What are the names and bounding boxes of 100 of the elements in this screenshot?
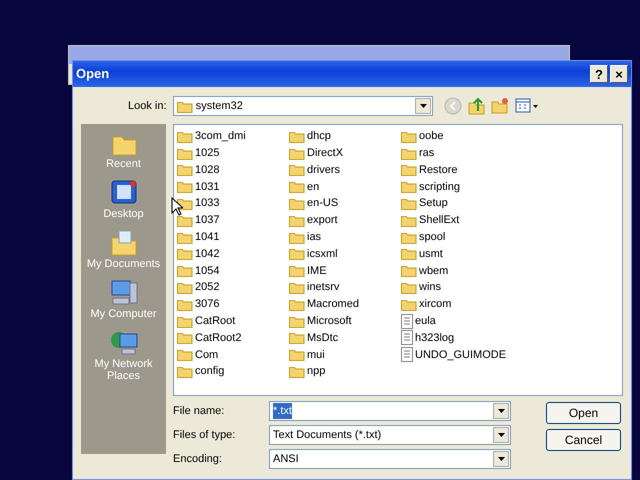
folder-icon <box>289 163 305 176</box>
folder-icon <box>177 163 193 176</box>
folder-name[interactable]: DirectX <box>307 144 344 162</box>
folder-name[interactable]: IME <box>307 262 327 280</box>
folder-name[interactable]: en <box>307 178 320 196</box>
folder-name[interactable]: 3com_dmi <box>195 128 246 145</box>
folder-icon <box>177 365 193 378</box>
folder-name[interactable]: usmt <box>419 246 443 262</box>
look-in-label: Look in: <box>128 98 168 114</box>
folder-icon <box>289 230 305 244</box>
folder-name[interactable]: 1037 <box>195 212 220 229</box>
window-title: Open <box>76 65 110 84</box>
folder-name[interactable]: Restore <box>419 162 458 178</box>
folder-name[interactable]: wbem <box>419 262 448 280</box>
folder-name[interactable]: ras <box>419 144 434 162</box>
folder-icon <box>401 214 417 227</box>
folder-icon <box>177 130 193 143</box>
folder-name[interactable]: Com <box>195 346 218 363</box>
folder-icon <box>289 298 305 311</box>
folder-icon <box>401 197 417 210</box>
folder-icon <box>289 146 305 160</box>
folder-icon <box>177 298 193 311</box>
folder-name[interactable]: Microsoft <box>307 312 352 330</box>
folder-name[interactable]: mui <box>307 346 325 363</box>
folder-icon <box>401 264 417 278</box>
folder-name[interactable]: ias <box>307 228 322 246</box>
cancel-button[interactable]: Cancel <box>546 429 621 452</box>
views-menu-icon[interactable] <box>514 98 538 114</box>
encoding-dropdown[interactable]: ANSI <box>269 448 511 469</box>
folder-name[interactable]: config <box>195 363 224 380</box>
folder-name[interactable]: spool <box>419 228 446 246</box>
folder-name[interactable]: 1033 <box>195 195 220 212</box>
folder-icon <box>177 214 193 227</box>
file-name-label: File name: <box>173 404 226 418</box>
folder-icon <box>177 146 193 160</box>
folder-icon <box>289 180 305 194</box>
file-type-dropdown[interactable]: Text Documents (*.txt) <box>269 424 511 445</box>
documents-folder-icon <box>108 228 138 258</box>
new-folder-icon[interactable] <box>491 97 509 115</box>
folder-icon <box>177 100 193 112</box>
text-file-icon <box>401 347 413 362</box>
folder-name[interactable]: MsDtc <box>307 330 338 346</box>
folder-icon <box>177 331 193 344</box>
file-name-dropdown[interactable]: *.txt <box>269 400 511 421</box>
file-name[interactable]: h323log <box>415 330 454 346</box>
folder-icon <box>177 247 193 260</box>
folder-name[interactable]: dhcp <box>307 128 331 145</box>
folder-name[interactable]: oobe <box>419 128 444 145</box>
folder-name[interactable]: CatRoot <box>195 312 236 330</box>
file-type-label: Files of type: <box>173 428 236 442</box>
folder-icon <box>177 230 193 244</box>
folder-name[interactable]: 1025 <box>195 144 220 162</box>
folder-name[interactable]: CatRoot2 <box>195 330 242 346</box>
open-button[interactable]: Open <box>546 402 621 424</box>
folder-icon <box>289 197 305 210</box>
folder-icon <box>289 281 305 294</box>
folder-name[interactable]: en-US <box>307 195 338 212</box>
folder-name[interactable]: Setup <box>419 195 448 212</box>
folder-name[interactable]: inetsrv <box>307 279 340 296</box>
folder-name[interactable]: 1031 <box>195 178 220 196</box>
folder-name[interactable]: 1041 <box>195 228 220 246</box>
folder-icon <box>401 130 417 143</box>
folder-name[interactable]: npp <box>307 363 326 380</box>
folder-icon <box>177 348 193 362</box>
folder-name[interactable]: 1042 <box>195 246 220 262</box>
folder-icon <box>401 247 417 260</box>
folder-name[interactable]: wins <box>419 279 442 296</box>
folder-icon <box>401 298 417 311</box>
folder-name[interactable]: 1054 <box>195 262 220 280</box>
file-name[interactable]: eula <box>415 312 436 330</box>
help-button[interactable]: ? <box>590 65 608 83</box>
file-name[interactable]: UNDO_GUIMODE <box>415 346 506 363</box>
encoding-label: Encoding: <box>173 452 223 466</box>
folder-name[interactable]: 2052 <box>195 279 220 296</box>
folder-name[interactable]: Macromed <box>307 296 359 313</box>
folder-name[interactable]: scripting <box>419 178 460 196</box>
folder-icon <box>289 264 305 278</box>
text-file-icon <box>401 330 413 346</box>
folder-icon <box>401 163 417 176</box>
folder-name[interactable]: 1028 <box>195 162 220 178</box>
folder-icon <box>177 281 193 294</box>
folder-icon <box>289 331 305 344</box>
folder-icon <box>289 365 305 378</box>
folder-name[interactable]: 3076 <box>195 296 220 313</box>
folder-icon <box>401 281 417 294</box>
folder-icon <box>289 314 305 328</box>
folder-name[interactable]: xircom <box>419 296 452 313</box>
folder-name[interactable]: icsxml <box>307 246 338 262</box>
folder-icon <box>401 146 417 160</box>
up-folder-icon[interactable] <box>468 97 486 115</box>
folder-name[interactable]: drivers <box>307 162 340 178</box>
folder-name[interactable]: export <box>307 212 338 229</box>
folder-icon <box>177 314 193 328</box>
folder-icon <box>289 348 305 362</box>
folder-icon <box>401 180 417 194</box>
close-button[interactable]: × <box>610 65 628 83</box>
folder-icon <box>289 247 305 260</box>
text-file-icon <box>401 314 413 329</box>
folder-name[interactable]: ShellExt <box>419 212 460 229</box>
look-in-dropdown[interactable]: system32 <box>173 96 433 116</box>
